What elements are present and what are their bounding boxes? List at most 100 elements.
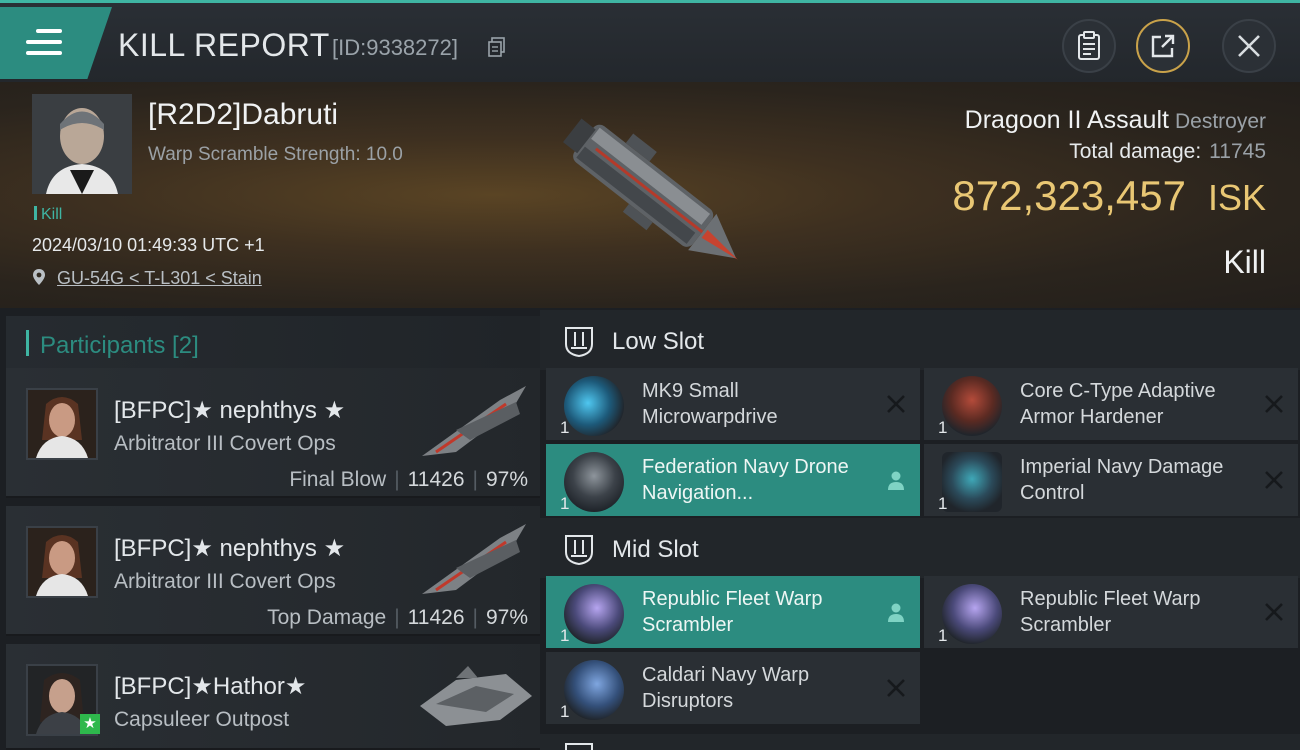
menu-button[interactable] [0, 7, 112, 79]
clipboard-button[interactable] [1062, 19, 1116, 73]
victim-panel: [R2D2]Dabruti Warp Scramble Strength: 10… [0, 82, 1300, 308]
victim-ship-image [563, 118, 738, 260]
module-item[interactable]: 1 Imperial Navy Damage Control [924, 444, 1298, 516]
pilot-name[interactable]: [BFPC]★ nephthys ★ [114, 396, 345, 425]
page-title: KILL REPORT [118, 27, 330, 63]
module-name: Imperial Navy Damage Control [1020, 456, 1224, 504]
module-item[interactable]: 1 MK9 Small Microwarpdrive [546, 368, 920, 440]
module-quantity: 1 [938, 418, 948, 437]
participant-card[interactable]: [BFPC]★ nephthys ★ Arbitrator III Covert… [6, 506, 540, 636]
total-damage-label: Total damage: [1069, 140, 1202, 163]
module-icon [564, 376, 624, 436]
low-slot-title: Low Slot [612, 328, 705, 355]
module-icon [564, 452, 624, 512]
pilot-damage: 11426 [407, 606, 465, 629]
pilot-ship-image [422, 524, 526, 594]
module-item[interactable]: 1 Caldari Navy Warp Disruptors [546, 652, 920, 724]
pilot-stats: Final Blow | 11426 | 97% [289, 468, 528, 491]
destroyed-x-icon [1265, 603, 1283, 621]
clipboard-icon [1078, 31, 1100, 60]
pilot-ship: Arbitrator III Covert Ops [114, 570, 336, 593]
close-icon [1238, 35, 1260, 57]
participant-card[interactable]: ★ [BFPC]★Hathor★ Capsuleer Outpost [6, 644, 540, 750]
module-item[interactable]: 1 Republic Fleet Warp Scrambler [546, 576, 920, 648]
mid-slot-header: Mid Slot [540, 518, 1300, 578]
low-slot-icon [565, 327, 593, 358]
pilot-avatar[interactable]: ★ [26, 664, 100, 736]
kill-location[interactable]: GU-54G < T-L301 < Stain [32, 268, 262, 289]
victim-name[interactable]: [R2D2]Dabruti [148, 98, 338, 132]
dropped-pilot-icon [888, 471, 904, 490]
report-id: [ID:9338272] [332, 35, 458, 60]
destroyed-x-icon [887, 395, 905, 413]
share-icon [1151, 34, 1175, 58]
location-pin-icon [33, 269, 45, 285]
fitting-panel: Low Slot 1 MK9 Small Microwarpdrive 1 Co… [540, 308, 1300, 750]
participants-title: Participants [2] [40, 332, 199, 359]
total-damage: Total damage: 11745 [1069, 140, 1266, 164]
share-button[interactable] [1136, 19, 1190, 73]
ship-class-text: Destroyer [1174, 110, 1266, 133]
pilot-name[interactable]: [BFPC]★ nephthys ★ [114, 534, 345, 563]
pilot-ship: Capsuleer Outpost [114, 708, 290, 731]
destroyed-x-icon [887, 679, 905, 697]
pilot-name[interactable]: [BFPC]★Hathor★ [114, 672, 306, 701]
kill-tag: Kill [34, 206, 62, 224]
pilot-stats: Top Damage | 11426 | 97% [267, 606, 528, 629]
kill-result: Kill [1223, 244, 1266, 280]
pilot-role: Top Damage [267, 606, 387, 629]
copy-icon[interactable] [488, 37, 506, 57]
ship-name-text: Dragoon II Assault [964, 106, 1169, 134]
kill-timestamp: 2024/03/10 01:49:33 UTC +1 [32, 235, 265, 255]
module-icon [564, 584, 624, 644]
module-item[interactable]: 1 Core C-Type Adaptive Armor Hardener [924, 368, 1298, 440]
next-slot-header [540, 734, 1300, 750]
module-item[interactable]: 1 Republic Fleet Warp Scrambler [924, 576, 1298, 648]
isk-value: 872,323,457 ISK [952, 172, 1266, 220]
destroyed-x-icon [1265, 395, 1283, 413]
warp-scramble-strength: Warp Scramble Strength: 10.0 [148, 144, 403, 165]
module-name: Republic Fleet Warp Scrambler [642, 588, 823, 636]
low-slot-header: Low Slot [540, 310, 1300, 370]
isk-amount: 872,323,457 [952, 172, 1186, 219]
slot-icon [565, 743, 593, 750]
dropped-pilot-icon [888, 603, 904, 622]
destroyed-x-icon [1265, 471, 1283, 489]
pilot-damage: 11426 [407, 468, 465, 491]
module-quantity: 1 [560, 626, 570, 645]
pilot-avatar[interactable] [26, 388, 98, 460]
menu-icon [26, 29, 62, 59]
module-name: MK9 Small Microwarpdrive [642, 380, 778, 428]
victim-ship-name[interactable]: Dragoon II Assault Destroyer [965, 106, 1266, 135]
module-quantity: 1 [938, 626, 948, 645]
module-quantity: 1 [560, 702, 570, 721]
module-item[interactable]: 1 Federation Navy Drone Navigation... [546, 444, 920, 516]
pilot-role: Final Blow [289, 468, 387, 491]
total-damage-value: 11745 [1209, 140, 1266, 163]
close-button[interactable] [1222, 19, 1276, 73]
module-icon [564, 660, 624, 720]
top-bar: KILL REPORT [ID:9338272] [0, 0, 1300, 82]
module-name: Republic Fleet Warp Scrambler [1020, 588, 1201, 636]
pilot-ship-image [420, 666, 532, 726]
header-accent-bar [26, 330, 29, 356]
module-icon [942, 452, 1002, 512]
pilot-damage-percent: 97% [485, 606, 528, 629]
participants-header: Participants [2] [6, 316, 540, 368]
star-badge-icon: ★ [80, 714, 100, 734]
victim-avatar[interactable] [32, 94, 132, 194]
module-name: Federation Navy Drone Navigation... [642, 456, 849, 504]
participant-card[interactable]: [BFPC]★ nephthys ★ Arbitrator III Covert… [6, 368, 540, 498]
pilot-damage-percent: 97% [485, 468, 528, 491]
isk-currency: ISK [1207, 177, 1266, 218]
participants-panel: Participants [2] [BFPC]★ nephthys ★ Arbi… [0, 308, 540, 750]
module-quantity: 1 [560, 418, 570, 437]
pilot-avatar[interactable] [26, 526, 98, 598]
module-name: Core C-Type Adaptive Armor Hardener [1020, 380, 1216, 428]
mid-slot-title: Mid Slot [612, 536, 699, 563]
pilot-ship-image [422, 386, 526, 456]
module-name: Caldari Navy Warp Disruptors [642, 664, 810, 712]
pilot-ship: Arbitrator III Covert Ops [114, 432, 336, 455]
location-link[interactable]: GU-54G < T-L301 < Stain [57, 268, 262, 288]
mid-slot-icon [565, 535, 593, 566]
